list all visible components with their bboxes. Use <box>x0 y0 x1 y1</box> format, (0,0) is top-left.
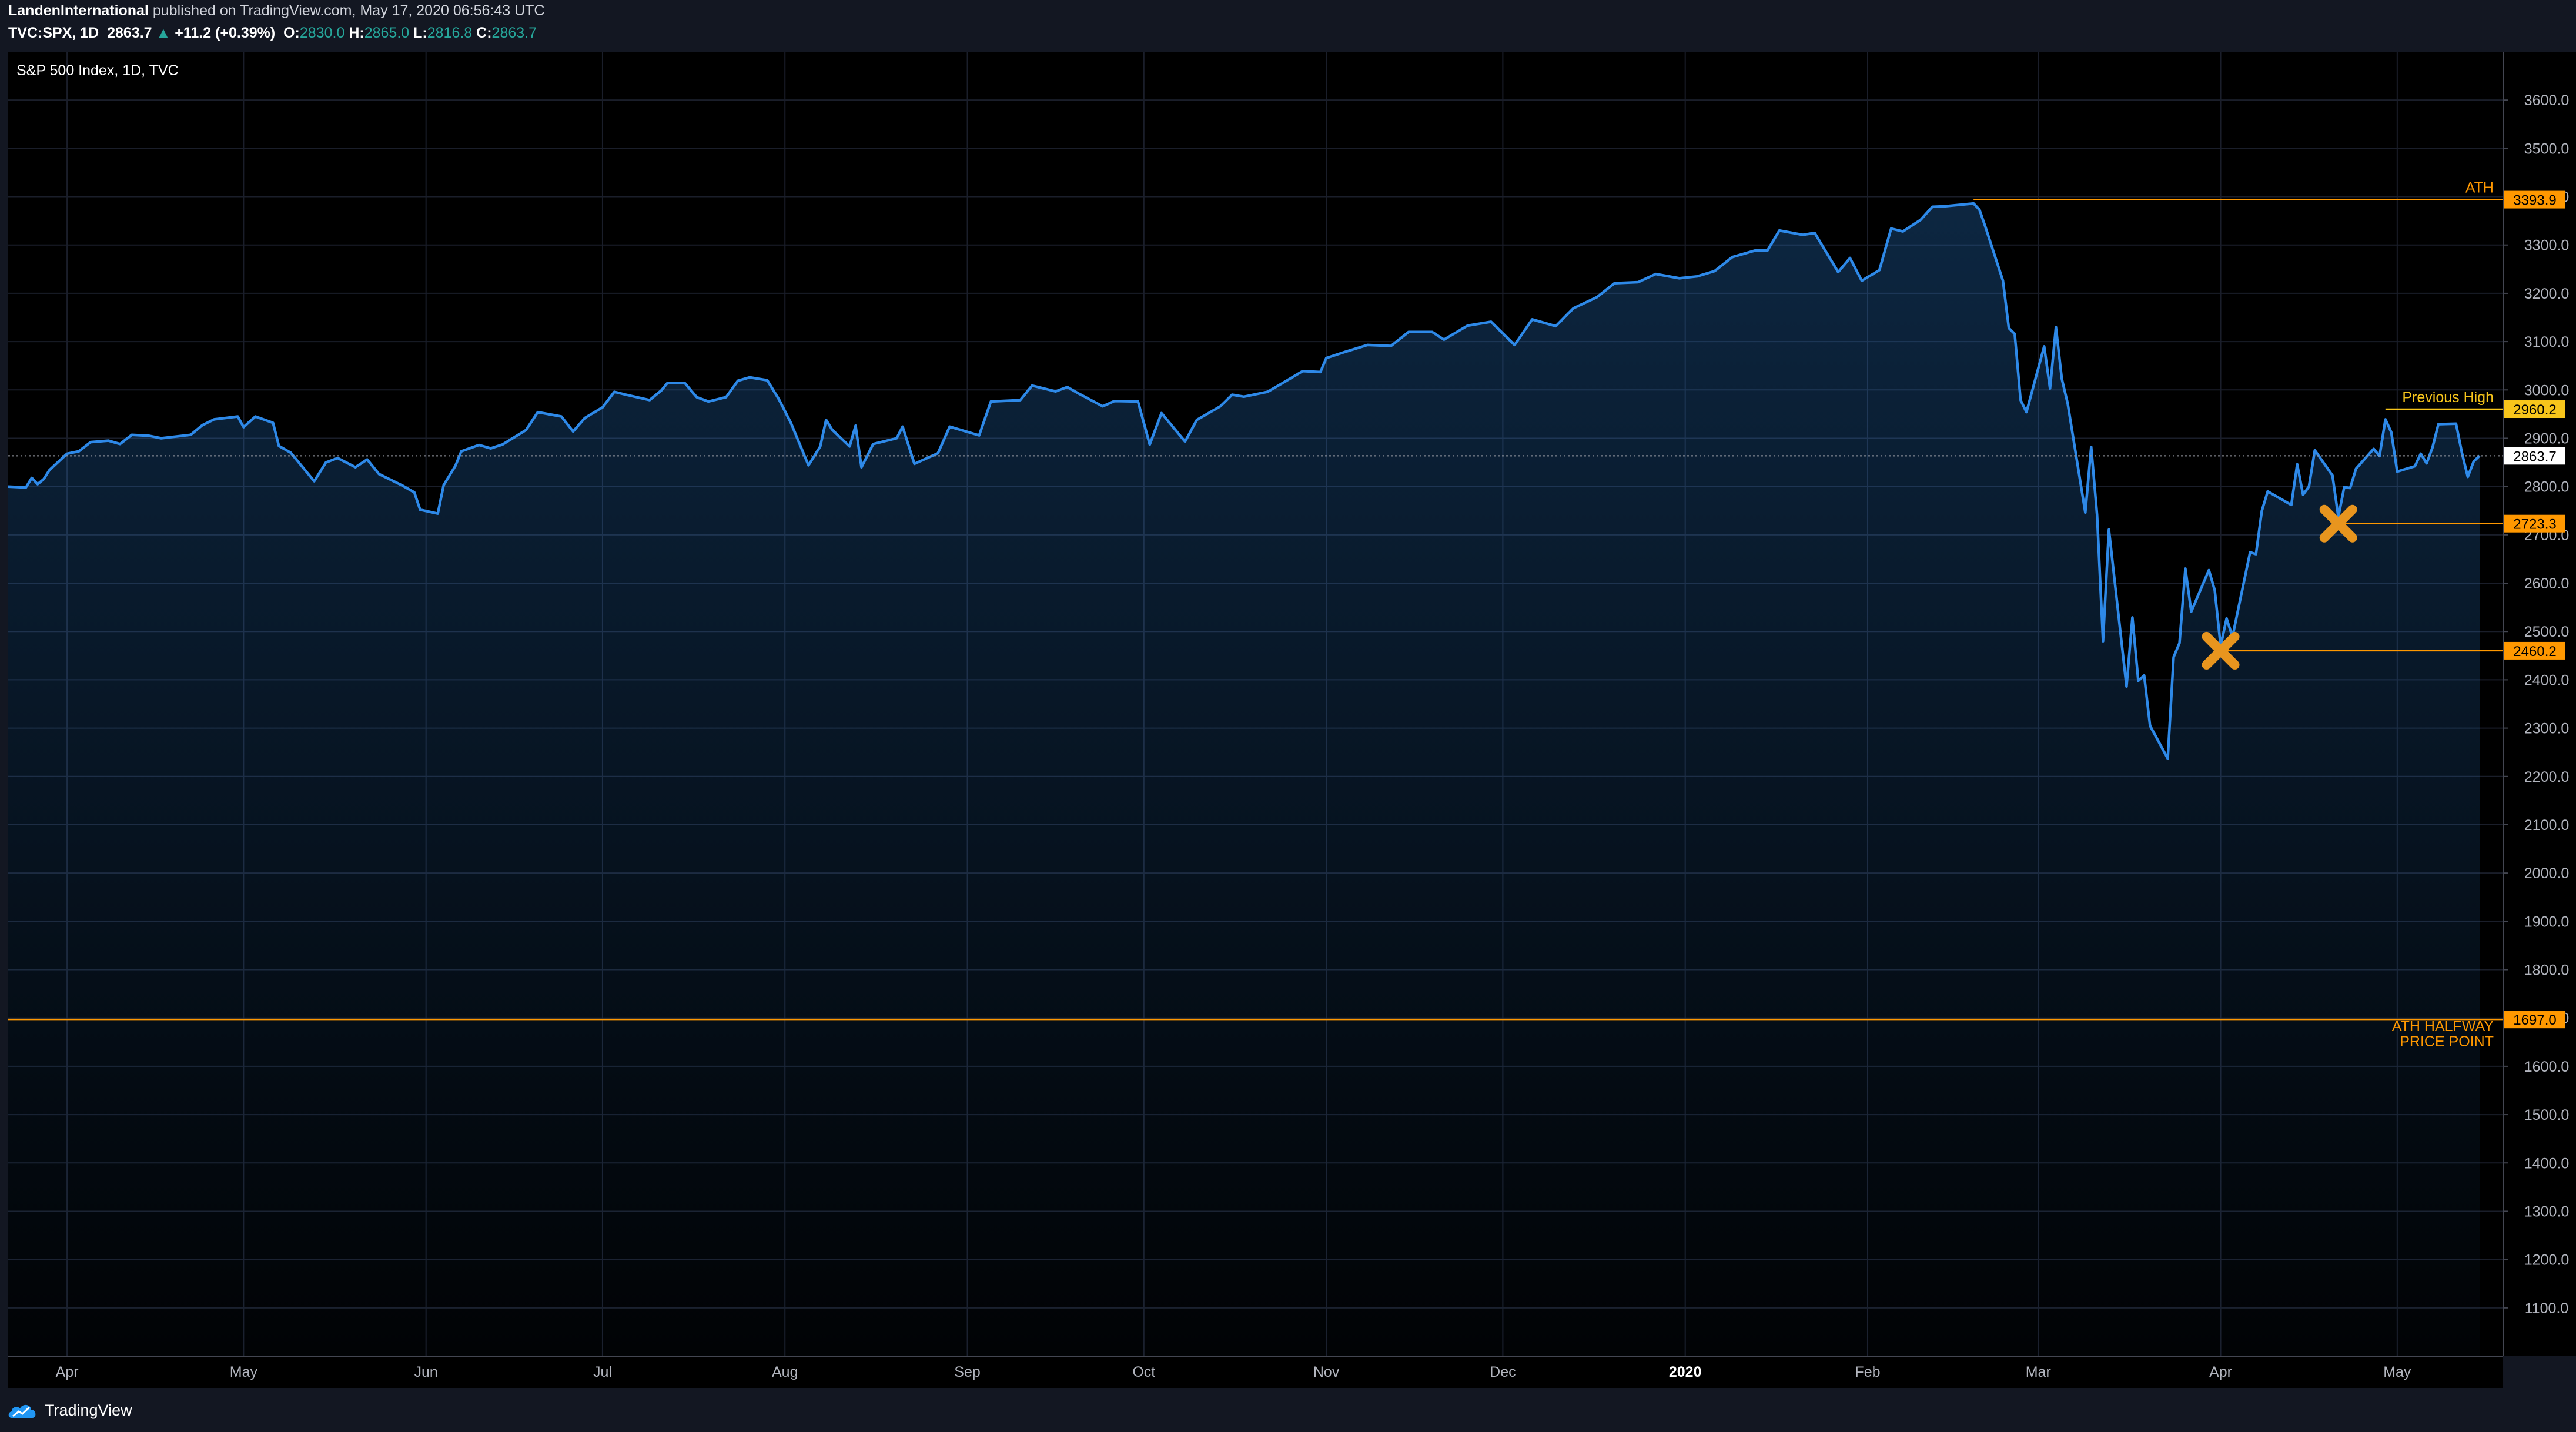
price-chart[interactable]: ATH Previous High ATH HALFWAYPRICE POINT 1… <box>0 49 2576 1388</box>
x-tick-label: Aug <box>772 1364 798 1380</box>
y-tick-label: 1300.0 <box>2524 1203 2569 1220</box>
y-tick-label: 3200.0 <box>2524 286 2569 302</box>
x-tick-label: Feb <box>1855 1364 1880 1380</box>
x-tick-label: May <box>230 1364 258 1380</box>
open-label: O: <box>283 25 300 41</box>
up-arrow-icon: ▲ <box>156 25 171 41</box>
publisher-name[interactable]: LandenInternational <box>8 2 149 19</box>
y-tick-label: 1600.0 <box>2524 1059 2569 1075</box>
ath-halfway-text-2: PRICE POINT <box>2400 1033 2494 1050</box>
high-label: H: <box>349 25 364 41</box>
y-tick-label: 1500.0 <box>2524 1107 2569 1123</box>
header-bar: LandenInternational published on Trading… <box>0 0 2576 49</box>
y-tick-label: 2900.0 <box>2524 430 2569 447</box>
tradingview-brand: TradingView <box>45 1401 132 1419</box>
publish-info: published on TradingView.com, May 17, 20… <box>152 2 545 19</box>
low-label: L: <box>413 25 427 41</box>
last-price: 2863.7 <box>107 25 152 41</box>
y-tick-label: 3000.0 <box>2524 382 2569 399</box>
x-tick-label: Jul <box>593 1364 612 1380</box>
close-value: 2863.7 <box>491 25 537 41</box>
y-tick-label: 3100.0 <box>2524 334 2569 350</box>
x-tick-label: Apr <box>2209 1364 2232 1380</box>
previous-high-label: 2960.2 <box>2513 402 2556 418</box>
x-tick-label: 2020 <box>1669 1364 1702 1380</box>
time-axis-background <box>8 1356 2503 1388</box>
y-tick-label: 1900.0 <box>2524 914 2569 930</box>
y-tick-label: 3500.0 <box>2524 140 2569 157</box>
y-tick-label: 2100.0 <box>2524 817 2569 834</box>
low-value: 2816.8 <box>427 25 473 41</box>
high-value: 2865.0 <box>364 25 410 41</box>
ath-label: 3393.9 <box>2513 193 2556 209</box>
level-2460-label: 2460.2 <box>2513 644 2556 660</box>
y-tick-label: 2800.0 <box>2524 479 2569 496</box>
y-tick-label: 2200.0 <box>2524 769 2569 785</box>
y-tick-label: 2500.0 <box>2524 624 2569 640</box>
last-price-label: 2863.7 <box>2513 449 2556 464</box>
open-value: 2830.0 <box>299 25 345 41</box>
y-tick-label: 1800.0 <box>2524 962 2569 979</box>
y-tick-label: 1400.0 <box>2524 1155 2569 1172</box>
cloud-icon <box>8 1404 36 1418</box>
close-label: C: <box>476 25 492 41</box>
symbol-label[interactable]: TVC:SPX, 1D <box>8 25 99 41</box>
previous-high-text: Previous High <box>2402 389 2494 406</box>
x-tick-label: Apr <box>56 1364 79 1380</box>
y-tick-label: 1200.0 <box>2524 1252 2569 1269</box>
ath-text: ATH <box>2465 180 2494 196</box>
y-tick-label: 2600.0 <box>2524 576 2569 592</box>
x-tick-label: Mar <box>2026 1364 2051 1380</box>
x-tick-label: Nov <box>1313 1364 1340 1380</box>
chart-title: S&P 500 Index, 1D, TVC <box>16 62 179 79</box>
ath-halfway-label: 1697.0 <box>2513 1012 2556 1028</box>
x-tick-label: Oct <box>1132 1364 1155 1380</box>
footer-bar: TradingView <box>0 1388 2576 1432</box>
y-tick-label: 2300.0 <box>2524 721 2569 737</box>
change-value: +11.2 (+0.39%) <box>175 25 276 41</box>
x-tick-label: Sep <box>954 1364 980 1380</box>
ath-halfway-text: ATH HALFWAY <box>2392 1018 2494 1035</box>
y-tick-label: 2400.0 <box>2524 672 2569 688</box>
y-tick-label: 1100.0 <box>2525 1300 2569 1317</box>
x-tick-label: Dec <box>1490 1364 1516 1380</box>
level-2723-label: 2723.3 <box>2513 517 2556 533</box>
x-tick-label: Jun <box>414 1364 438 1380</box>
tradingview-logo[interactable]: TradingView <box>7 1400 132 1420</box>
publish-line: LandenInternational published on Trading… <box>8 2 544 19</box>
y-tick-label: 3600.0 <box>2524 92 2569 109</box>
y-tick-label: 3300.0 <box>2524 237 2569 254</box>
y-tick-label: 2000.0 <box>2524 865 2569 882</box>
x-tick-label: May <box>2383 1364 2411 1380</box>
ohlc-line: TVC:SPX, 1D 2863.7 ▲ +11.2 (+0.39%) O:28… <box>8 25 537 42</box>
